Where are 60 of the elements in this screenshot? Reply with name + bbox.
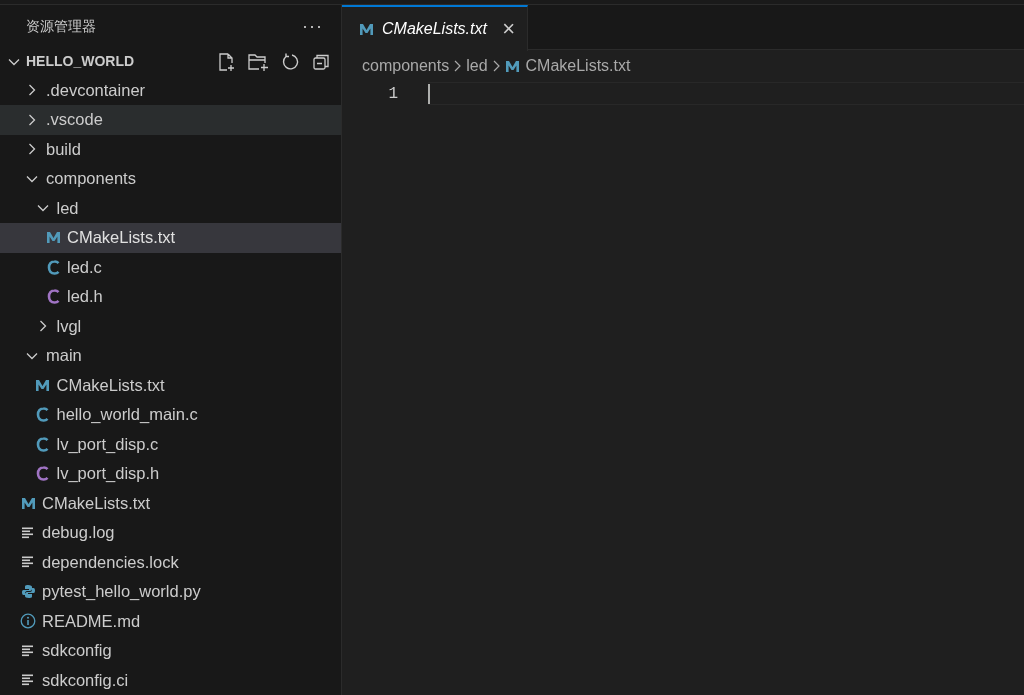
- file-item[interactable]: CMakeLists.txt: [0, 223, 341, 253]
- m-letter-icon: [35, 378, 50, 392]
- text-lines-icon: [22, 526, 34, 539]
- folder-item[interactable]: led: [0, 193, 341, 223]
- c-letter-icon: [36, 436, 49, 452]
- file-item[interactable]: sdkconfig: [0, 636, 341, 666]
- python-icon: [20, 584, 36, 600]
- close-tab-button[interactable]: ×: [502, 18, 515, 40]
- chevron-right-icon: [38, 320, 47, 333]
- c-letter-icon: [36, 466, 49, 482]
- new-file-icon[interactable]: [216, 51, 236, 72]
- text-lines-icon: [22, 644, 34, 657]
- m-letter-icon: [45, 231, 61, 245]
- m-letter-icon: [358, 22, 374, 36]
- file-item[interactable]: dependencies.lock: [0, 547, 341, 577]
- chevron-down-icon: [36, 204, 49, 213]
- m-letter-icon: [505, 59, 521, 73]
- folder-item[interactable]: main: [0, 341, 341, 371]
- file-item[interactable]: led.h: [0, 282, 341, 312]
- chevron-right-icon: [28, 84, 36, 97]
- chevron-right-icon: [492, 60, 500, 72]
- file-item[interactable]: hello_world_main.c: [0, 400, 341, 430]
- folder-item[interactable]: lvgl: [0, 311, 341, 341]
- more-actions-button[interactable]: ···: [302, 17, 323, 36]
- workspace-header[interactable]: HELLO_WORLD: [6, 51, 135, 73]
- folder-item[interactable]: .devcontainer: [0, 75, 341, 105]
- chevron-right-icon: [454, 60, 462, 72]
- chevron-right-icon: [28, 143, 36, 156]
- folder-item[interactable]: components: [0, 164, 341, 194]
- info-icon: [20, 613, 36, 630]
- folder-item[interactable]: .vscode: [0, 105, 341, 135]
- file-item[interactable]: lv_port_disp.h: [0, 459, 341, 489]
- file-item[interactable]: led.c: [0, 252, 341, 282]
- chevron-down-icon: [26, 351, 38, 360]
- c-letter-icon: [46, 289, 60, 305]
- file-item[interactable]: CMakeLists.txt: [0, 488, 341, 518]
- m-letter-icon: [20, 496, 36, 510]
- breadcrumb-item[interactable]: led: [466, 54, 488, 78]
- breadcrumb-item[interactable]: components: [362, 54, 450, 78]
- chevron-right-icon: [28, 113, 36, 126]
- text-lines-icon: [22, 556, 34, 569]
- text-cursor: [428, 83, 430, 104]
- text-lines-icon: [22, 674, 34, 687]
- new-folder-icon[interactable]: [247, 51, 269, 72]
- refresh-icon[interactable]: [280, 51, 300, 72]
- c-letter-icon: [36, 407, 49, 423]
- explorer-title: 资源管理器: [26, 16, 96, 36]
- c-letter-icon: [46, 259, 60, 275]
- chevron-down-icon: [8, 57, 20, 66]
- file-item[interactable]: sdkconfig.ci: [0, 665, 341, 695]
- editor-tab[interactable]: CMakeLists.txt ×: [342, 5, 528, 51]
- file-item[interactable]: pytest_hello_world.py: [0, 577, 341, 607]
- breadcrumb-item[interactable]: CMakeLists.txt: [525, 54, 631, 78]
- file-item[interactable]: README.md: [0, 606, 341, 636]
- line-number: 1: [387, 83, 398, 105]
- file-item[interactable]: lv_port_disp.c: [0, 429, 341, 459]
- chevron-down-icon: [26, 174, 38, 183]
- file-item[interactable]: debug.log: [0, 518, 341, 548]
- folder-item[interactable]: build: [0, 134, 341, 164]
- file-item[interactable]: CMakeLists.txt: [0, 370, 341, 400]
